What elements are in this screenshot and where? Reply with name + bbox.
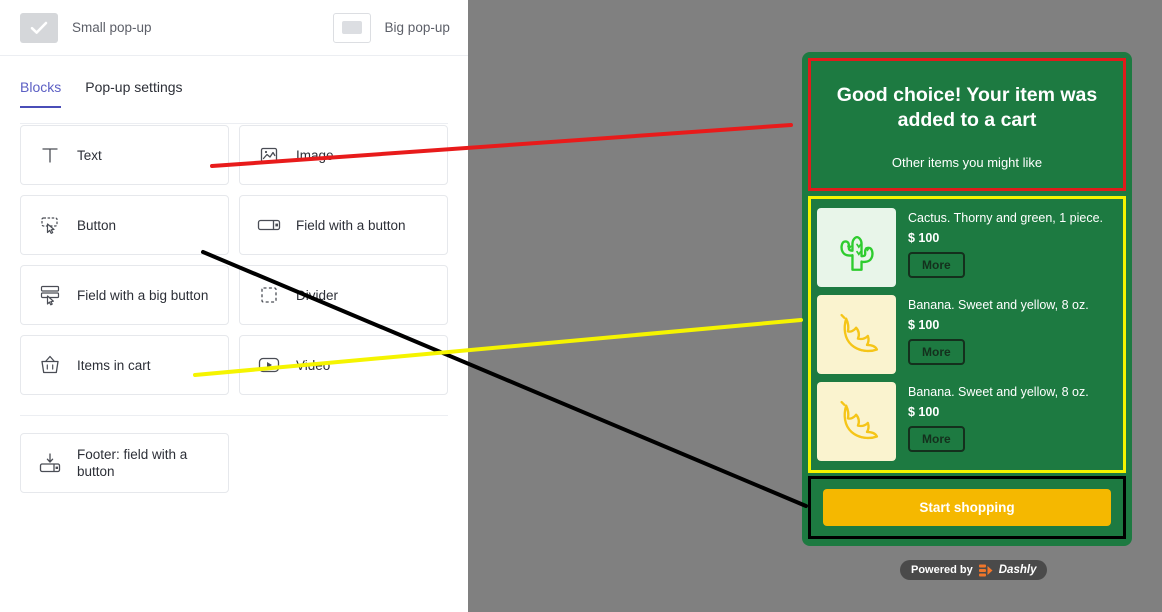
rectangle-icon-fill bbox=[341, 21, 362, 34]
product-info: Banana. Sweet and yellow, 8 oz. $ 100 Mo… bbox=[908, 295, 1117, 365]
popup-card: Good choice! Your item was added to a ca… bbox=[802, 52, 1132, 546]
product-more-button[interactable]: More bbox=[908, 426, 965, 452]
product-name: Banana. Sweet and yellow, 8 oz. bbox=[908, 298, 1089, 312]
basket-icon bbox=[37, 352, 63, 378]
dashly-logo-icon bbox=[978, 564, 993, 576]
block-item-label: Items in cart bbox=[77, 357, 151, 373]
button-cursor-icon bbox=[37, 212, 63, 238]
image-icon bbox=[256, 142, 282, 168]
block-item-image[interactable]: Image bbox=[239, 125, 448, 185]
size-option-label: Small pop-up bbox=[72, 20, 152, 35]
product-thumbnail bbox=[817, 382, 896, 461]
product-price: $ 100 bbox=[908, 318, 940, 332]
text-t-icon bbox=[37, 142, 63, 168]
banana-icon bbox=[839, 400, 878, 439]
block-item-label: Divider bbox=[296, 287, 339, 303]
cactus-icon bbox=[839, 235, 874, 271]
product-price: $ 100 bbox=[908, 231, 940, 245]
powered-by-brand: Dashly bbox=[998, 564, 1037, 576]
product-row[interactable]: Banana. Sweet and yellow, 8 oz. $ 100 Mo… bbox=[817, 291, 1117, 378]
popup-items-block[interactable]: Cactus. Thorny and green, 1 piece. $ 100… bbox=[808, 196, 1126, 473]
rectangle-icon bbox=[332, 12, 371, 43]
product-more-button[interactable]: More bbox=[908, 252, 965, 278]
field-big-button-icon bbox=[37, 282, 63, 308]
blocks-list: Text Image Button Field with a button Fi… bbox=[0, 108, 468, 395]
block-item-label: Field with a button bbox=[296, 217, 406, 233]
powered-by-label: Powered by bbox=[911, 564, 973, 576]
block-item-label: Text bbox=[77, 147, 102, 163]
block-item-text[interactable]: Text bbox=[20, 125, 229, 185]
start-shopping-button[interactable]: Start shopping bbox=[823, 489, 1111, 526]
product-more-button[interactable]: More bbox=[908, 339, 965, 365]
popup-header-block[interactable]: Good choice! Your item was added to a ca… bbox=[808, 58, 1126, 191]
block-item-footer-field-with-button[interactable]: Footer: field with a button bbox=[20, 433, 229, 493]
popup-size-selector: Small pop-up Big pop-up bbox=[0, 0, 468, 56]
product-info: Banana. Sweet and yellow, 8 oz. $ 100 Mo… bbox=[908, 382, 1117, 452]
popup-subtitle: Other items you might like bbox=[891, 155, 1043, 170]
footer-field-button-icon bbox=[37, 450, 63, 476]
popup-title: Good choice! Your item was added to a ca… bbox=[836, 84, 1098, 131]
product-row[interactable]: Banana. Sweet and yellow, 8 oz. $ 100 Mo… bbox=[817, 378, 1117, 465]
tab-blocks[interactable]: Blocks bbox=[20, 79, 62, 108]
block-item-divider[interactable]: Divider bbox=[239, 265, 448, 325]
product-row[interactable]: Cactus. Thorny and green, 1 piece. $ 100… bbox=[817, 204, 1117, 291]
block-item-items-in-cart[interactable]: Items in cart bbox=[20, 335, 229, 395]
footer-blocks-list: Footer: field with a button bbox=[0, 416, 468, 493]
block-item-label: Video bbox=[296, 357, 331, 373]
editor-tabs: Blocks Pop-up settings bbox=[0, 56, 468, 108]
product-name: Banana. Sweet and yellow, 8 oz. bbox=[908, 385, 1089, 399]
popup-footer-block[interactable]: Start shopping bbox=[808, 476, 1126, 539]
tab-popup-settings[interactable]: Pop-up settings bbox=[85, 79, 182, 108]
block-item-label: Field with a big button bbox=[77, 287, 209, 303]
size-option-big-popup[interactable]: Big pop-up bbox=[332, 12, 450, 43]
video-play-icon bbox=[256, 352, 282, 378]
powered-by-badge[interactable]: Powered by Dashly bbox=[900, 560, 1048, 580]
editor-panel: Small pop-up Big pop-up Blocks Pop-up se… bbox=[0, 0, 468, 612]
block-item-label: Image bbox=[296, 147, 334, 163]
block-item-label: Footer: field with a button bbox=[77, 447, 188, 479]
block-item-label: Button bbox=[77, 217, 117, 233]
product-thumbnail bbox=[817, 208, 896, 287]
product-thumbnail bbox=[817, 295, 896, 374]
block-item-field-with-button[interactable]: Field with a button bbox=[239, 195, 448, 255]
block-item-video[interactable]: Video bbox=[239, 335, 448, 395]
banana-icon bbox=[839, 313, 878, 352]
size-option-label: Big pop-up bbox=[384, 20, 450, 35]
product-info: Cactus. Thorny and green, 1 piece. $ 100… bbox=[908, 208, 1117, 278]
size-option-small-popup[interactable]: Small pop-up bbox=[20, 12, 152, 43]
product-price: $ 100 bbox=[908, 405, 940, 419]
product-name: Cactus. Thorny and green, 1 piece. bbox=[908, 211, 1104, 225]
block-item-button[interactable]: Button bbox=[20, 195, 229, 255]
dashed-square-icon bbox=[256, 282, 282, 308]
field-button-icon bbox=[256, 212, 282, 238]
tabs-divider bbox=[20, 123, 448, 124]
checkmark-icon bbox=[20, 12, 58, 43]
block-item-field-with-big-button[interactable]: Field with a big button bbox=[20, 265, 229, 325]
